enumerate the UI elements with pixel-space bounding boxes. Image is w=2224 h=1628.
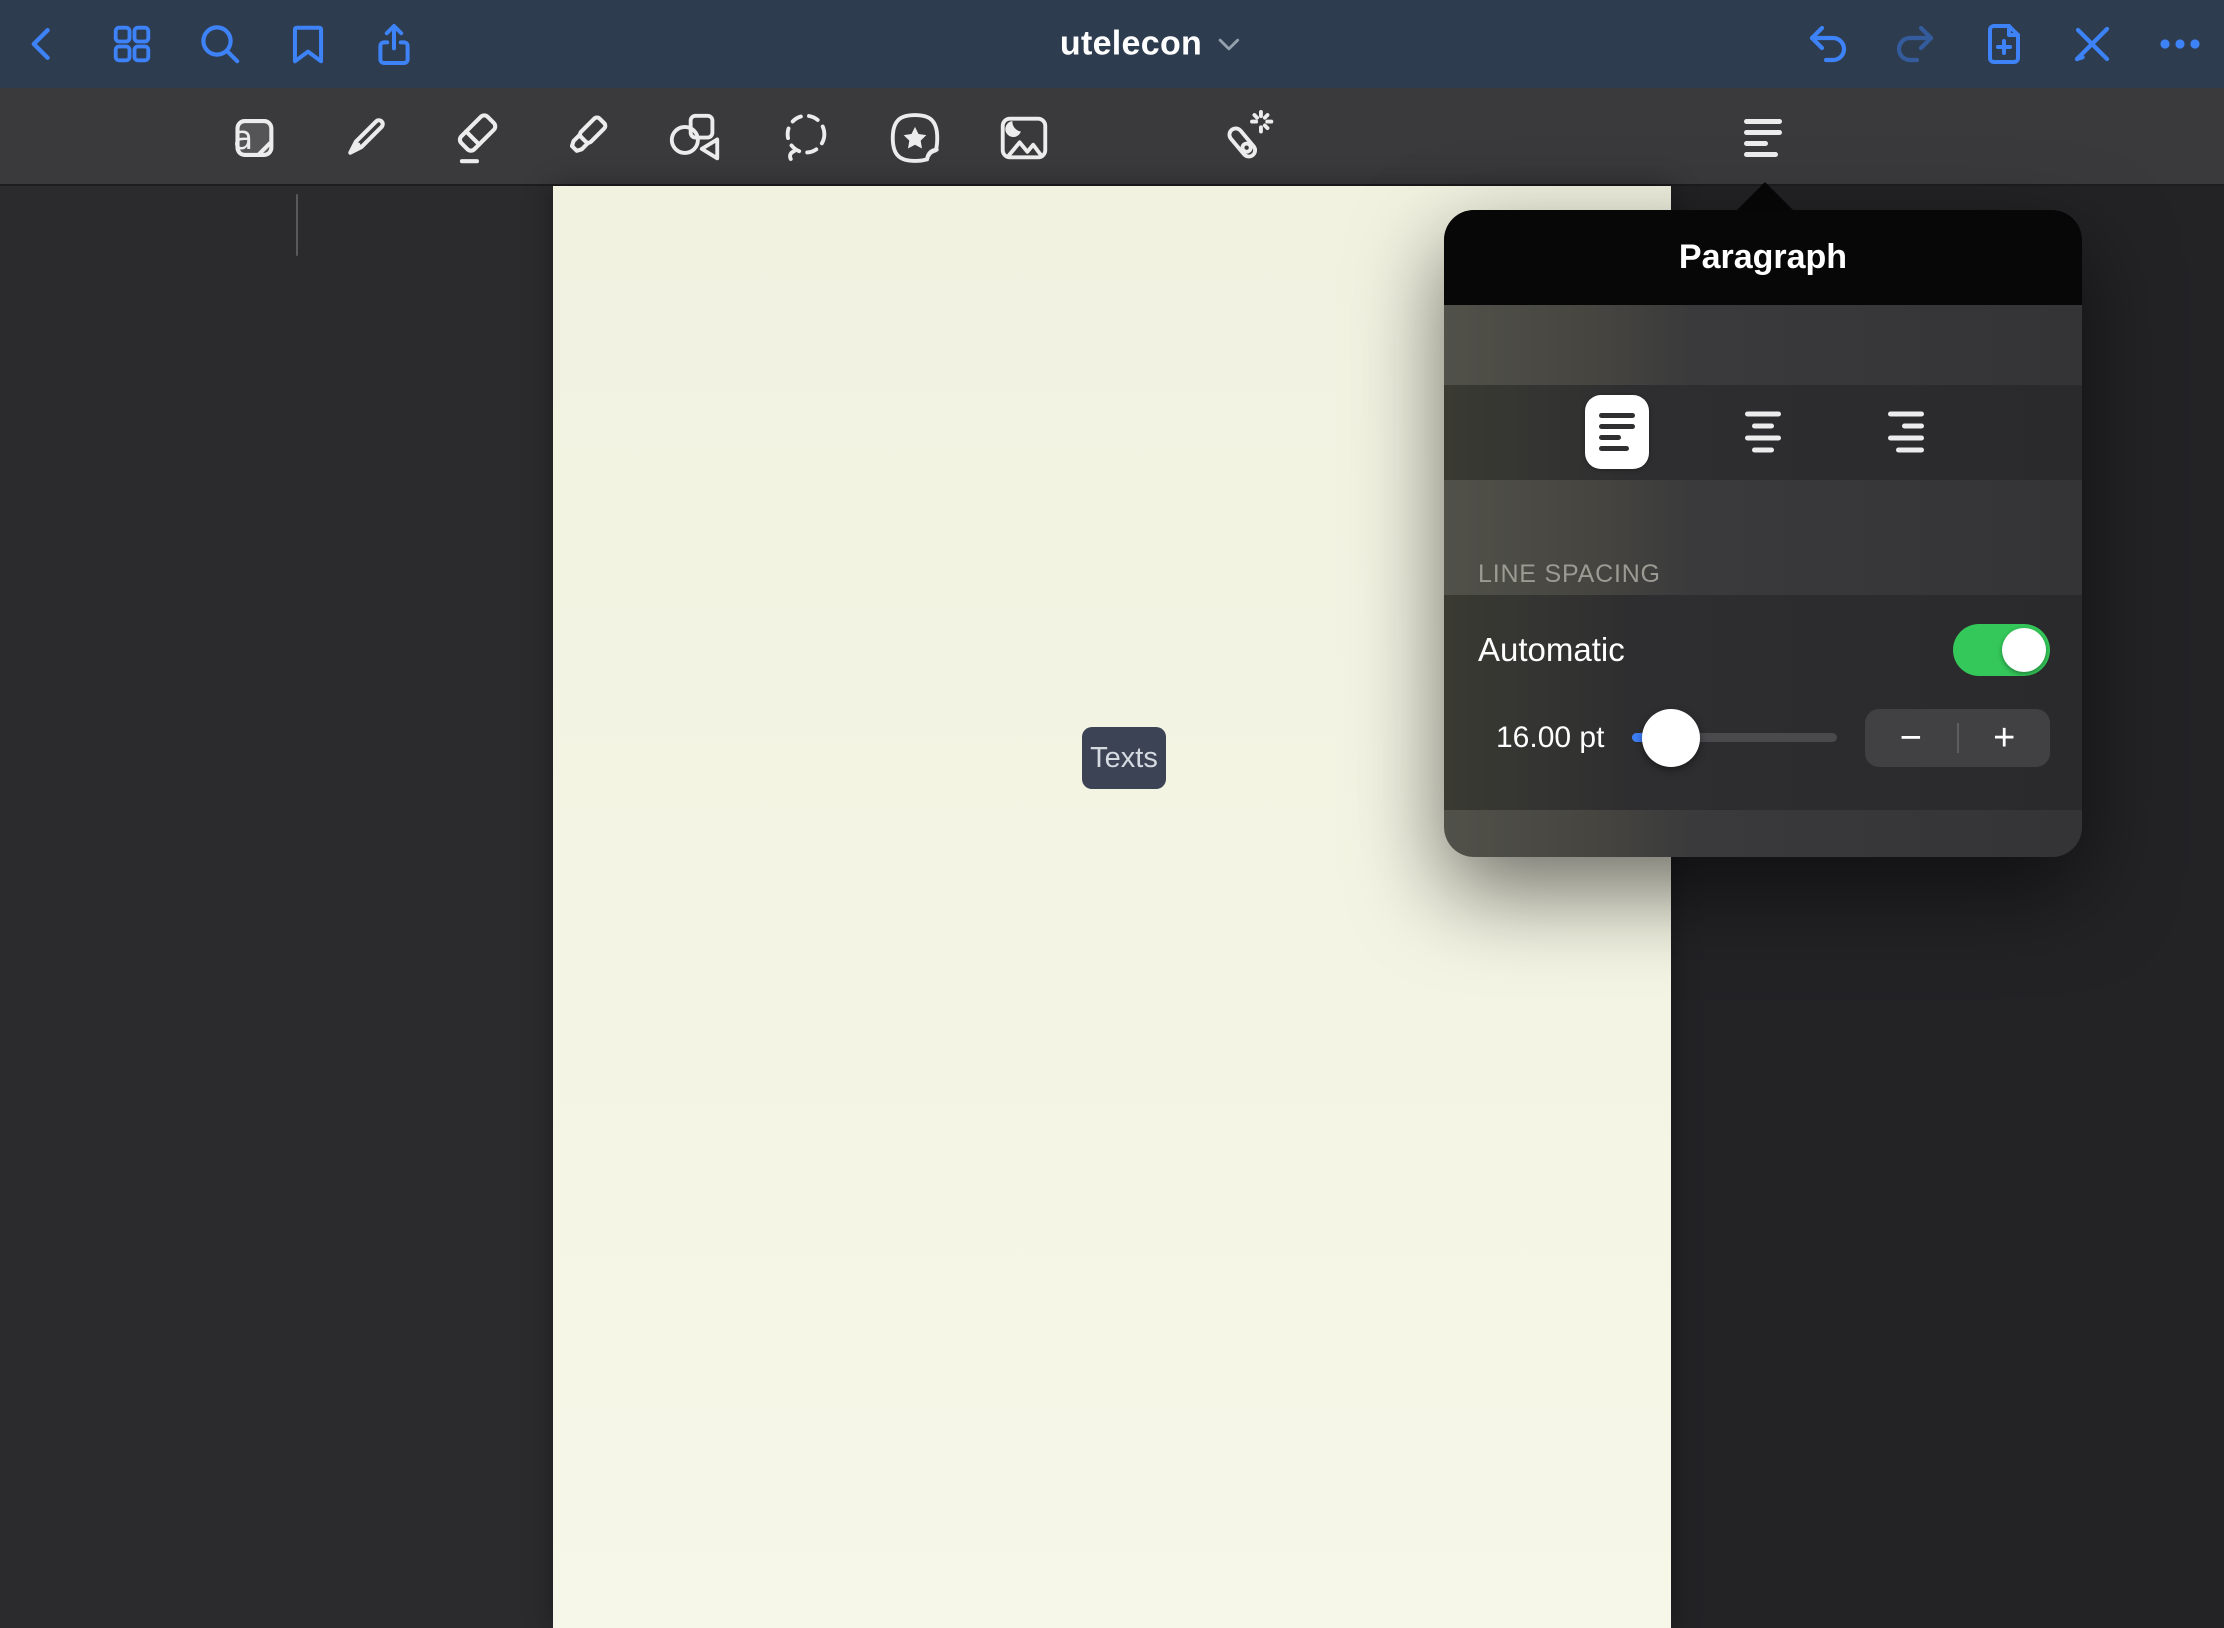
- lasso-tool[interactable]: [777, 109, 835, 167]
- redo-button[interactable]: [1891, 20, 1939, 68]
- automatic-toggle[interactable]: [1953, 624, 2050, 676]
- automatic-label: Automatic: [1478, 631, 1625, 669]
- spacing-slider-knob[interactable]: [1642, 709, 1700, 767]
- pen-off-icon: [2068, 20, 2116, 68]
- read-only-button[interactable]: [2068, 20, 2116, 68]
- decrease-spacing-button[interactable]: −: [1865, 709, 1957, 767]
- eraser-tool[interactable]: [446, 109, 504, 167]
- pen-icon: [336, 109, 394, 167]
- increase-spacing-button[interactable]: +: [1959, 709, 2051, 767]
- more-button[interactable]: [2156, 20, 2204, 68]
- align-center-button[interactable]: [1745, 412, 1781, 453]
- align-left-button[interactable]: [1585, 395, 1649, 469]
- thumbnails-button[interactable]: [109, 21, 155, 67]
- zoom-window-tool[interactable]: a: [223, 109, 281, 167]
- back-icon: [21, 22, 65, 66]
- toggle-knob: [2002, 628, 2046, 672]
- shapes-tool[interactable]: [666, 109, 724, 167]
- grid-view-icon: [109, 21, 155, 67]
- share-icon: [370, 20, 418, 68]
- redo-icon: [1891, 20, 1939, 68]
- paragraph-popover: Paragraph LINE SPACING Automatic 16.00 p…: [1444, 210, 2082, 857]
- search-button[interactable]: [196, 20, 244, 68]
- bookmark-icon: [285, 21, 331, 67]
- navbar: utelecon: [0, 0, 2224, 88]
- pen-tool[interactable]: [336, 109, 394, 167]
- app-screen: utelecon a: [0, 0, 2224, 1628]
- toolbar-divider: [296, 194, 298, 256]
- shapes-icon: [666, 109, 724, 167]
- popover-title: Paragraph: [1679, 238, 1847, 277]
- document-title-button[interactable]: utelecon: [1060, 25, 1240, 64]
- highlighter-tool[interactable]: [557, 109, 615, 167]
- line-spacing-section-label: LINE SPACING: [1478, 560, 1661, 589]
- toolbar: a T Hiragin: [0, 88, 2224, 186]
- document-title: utelecon: [1060, 25, 1202, 64]
- lasso-icon: [777, 109, 835, 167]
- share-button[interactable]: [370, 20, 418, 68]
- paragraph-button[interactable]: [1744, 119, 1782, 157]
- svg-text:a: a: [233, 119, 253, 157]
- text-object[interactable]: Texts: [1082, 727, 1166, 789]
- laser-pointer-icon: [1216, 109, 1274, 167]
- highlighter-icon: [557, 109, 615, 167]
- align-right-button[interactable]: [1888, 412, 1924, 453]
- chevron-down-icon: [1218, 37, 1240, 51]
- add-page-button[interactable]: [1980, 20, 2028, 68]
- laser-pointer-tool[interactable]: [1216, 109, 1274, 167]
- elements-tool[interactable]: [886, 109, 944, 167]
- add-page-icon: [1980, 20, 2028, 68]
- bookmark-button[interactable]: [285, 21, 331, 67]
- image-tool[interactable]: [995, 109, 1053, 167]
- back-button[interactable]: [21, 22, 65, 66]
- elements-sticker-icon: [886, 109, 944, 167]
- eraser-icon: [446, 109, 504, 167]
- popover-arrow: [1736, 182, 1794, 211]
- popover-header: Paragraph: [1444, 210, 2082, 305]
- more-icon: [2156, 20, 2204, 68]
- text-object-label: Texts: [1090, 742, 1158, 775]
- image-icon: [995, 109, 1053, 167]
- align-left-icon: [1744, 119, 1782, 157]
- undo-button[interactable]: [1804, 20, 1852, 68]
- spacing-value: 16.00 pt: [1496, 721, 1604, 755]
- zoom-window-icon: a: [223, 109, 281, 167]
- undo-icon: [1804, 20, 1852, 68]
- search-icon: [196, 20, 244, 68]
- spacing-stepper: − +: [1865, 709, 2050, 767]
